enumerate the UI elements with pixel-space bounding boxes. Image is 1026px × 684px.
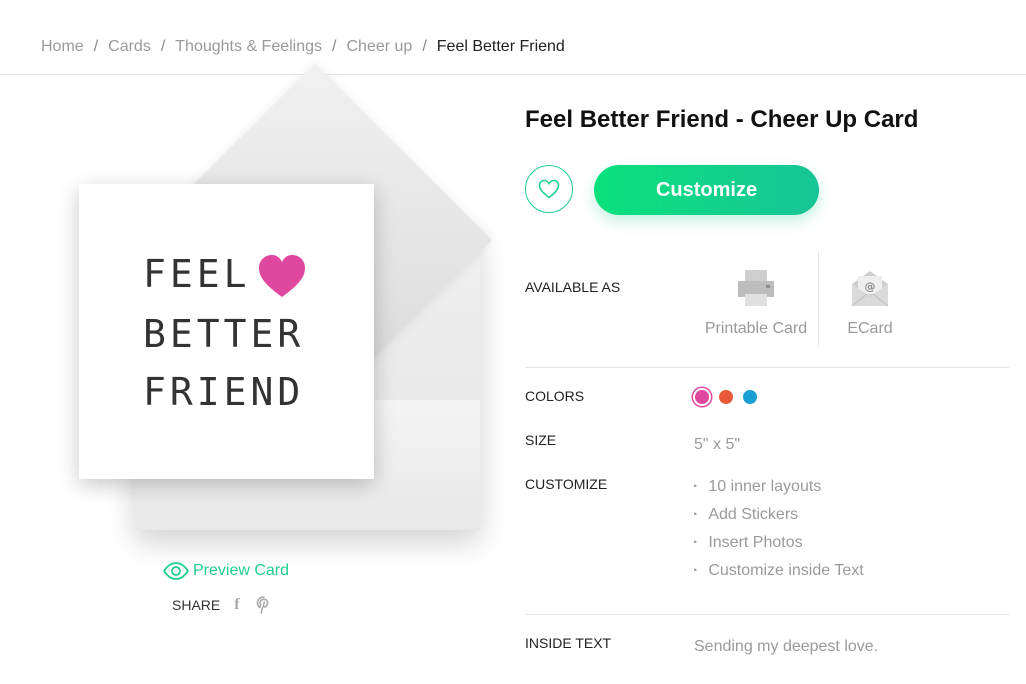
card-text-line-3: FRIEND	[143, 370, 305, 414]
size-label: SIZE	[525, 432, 557, 448]
preview-card-label: Preview Card	[193, 562, 290, 579]
breadcrumb-home[interactable]: Home	[41, 38, 84, 56]
printer-icon	[738, 270, 774, 306]
favorite-button[interactable]	[525, 165, 573, 213]
ecard-label: ECard	[847, 320, 893, 337]
card-text-line-2: BETTER	[143, 312, 305, 356]
svg-text:@: @	[865, 280, 876, 293]
heart-outline-icon	[538, 179, 560, 199]
list-item: Add Stickers	[693, 505, 864, 533]
facebook-icon[interactable]: f	[234, 596, 239, 614]
share-bar: SHARE f	[172, 596, 272, 614]
available-as-label: AVAILABLE AS	[525, 279, 621, 295]
list-item: Insert Photos	[693, 533, 864, 561]
breadcrumb-separator: /	[422, 38, 427, 55]
color-swatch-orange[interactable]	[719, 390, 733, 404]
inside-text-label: INSIDE TEXT	[525, 635, 612, 651]
breadcrumb-cheer-up[interactable]: Cheer up	[346, 38, 412, 56]
printable-card-option[interactable]: Printable Card	[700, 268, 812, 338]
list-item: Customize inside Text	[693, 561, 863, 589]
inside-text-value: Sending my deepest love.	[694, 638, 879, 655]
heart-icon	[259, 255, 305, 297]
breadcrumb-separator: /	[160, 38, 166, 55]
breadcrumb-separator: /	[93, 38, 99, 55]
preview-card-link[interactable]: Preview Card	[163, 562, 289, 580]
list-item: 10 inner layouts	[693, 477, 864, 505]
breadcrumb-thoughts-feelings[interactable]: Thoughts & Feelings	[175, 38, 322, 56]
ecard-option[interactable]: @ ECard	[834, 268, 906, 338]
breadcrumb-current: Feel Better Friend	[436, 38, 565, 55]
size-value: 5" x 5"	[694, 436, 741, 453]
color-swatch-pink[interactable]	[695, 390, 709, 404]
color-swatch-blue[interactable]	[743, 390, 757, 404]
product-title: Feel Better Friend - Cheer Up Card	[525, 106, 919, 133]
section-divider	[525, 367, 1009, 368]
section-divider	[525, 614, 1009, 615]
card-front: FEEL BETTER FRIEND	[79, 184, 374, 479]
breadcrumb-cards[interactable]: Cards	[108, 38, 151, 56]
breadcrumb-separator: /	[332, 38, 337, 55]
card-image[interactable]: FEEL BETTER FRIEND	[60, 63, 492, 570]
colors-label: COLORS	[525, 388, 585, 404]
email-envelope-icon: @	[851, 271, 889, 307]
breadcrumb: Home / Cards / Thoughts & Feelings / Che…	[41, 37, 565, 57]
customize-label: CUSTOMIZE	[525, 476, 608, 492]
available-divider	[818, 252, 819, 347]
printable-card-label: Printable Card	[704, 320, 808, 337]
eye-icon	[163, 562, 189, 580]
header-divider	[0, 74, 1026, 75]
pinterest-icon[interactable]	[256, 596, 272, 614]
share-label: SHARE	[172, 597, 221, 613]
customize-feature-list: 10 inner layouts Add Stickers Insert Pho…	[693, 477, 864, 589]
card-text-line-1: FEEL	[143, 252, 251, 296]
customize-button[interactable]: Customize	[594, 165, 819, 215]
